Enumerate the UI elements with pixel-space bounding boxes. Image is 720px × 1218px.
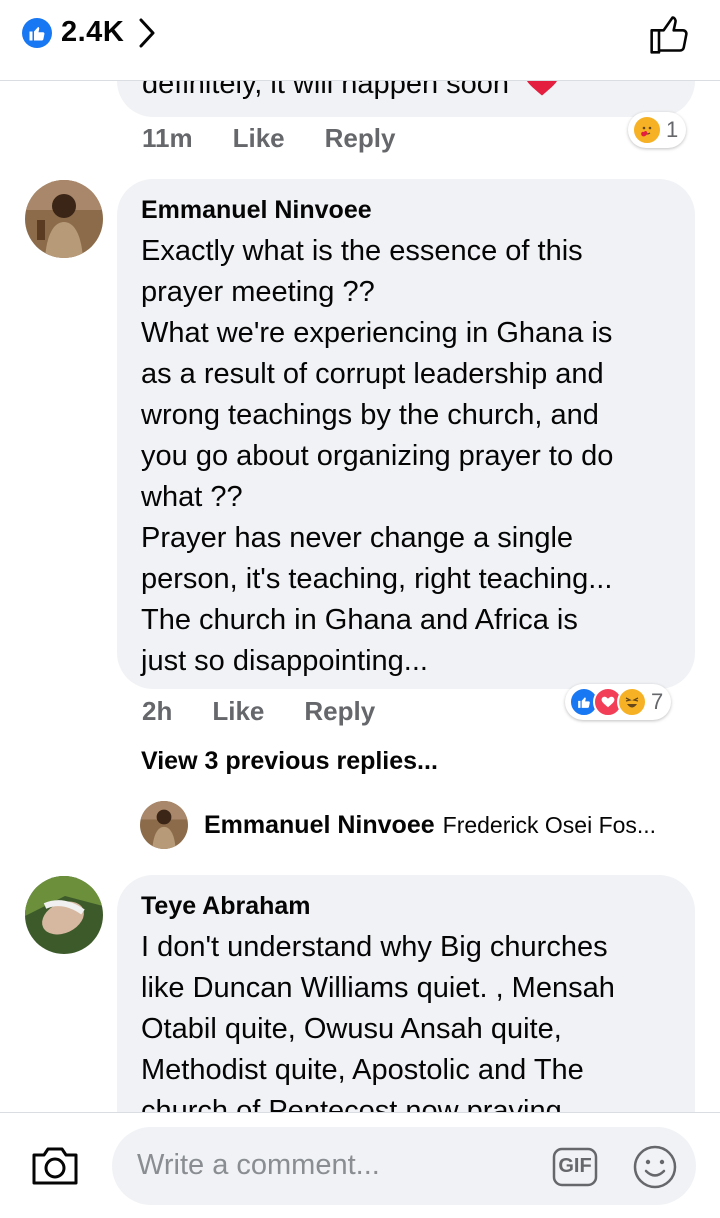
comment-line: you go about organizing prayer to do — [141, 440, 614, 472]
comment-bubble: Teye Abraham I don't understand why Big … — [117, 875, 695, 1112]
reply-author: Emmanuel Ninvoee — [204, 810, 435, 839]
comment-line: church of Pentecost now praving — [141, 1095, 562, 1112]
comment-line: The church in Ghana and Africa is — [141, 604, 578, 636]
comment-line: person, it's teaching, right teaching... — [141, 563, 613, 595]
like-button[interactable]: Like — [233, 123, 285, 154]
comment-actions: 2h Like Reply — [142, 696, 415, 727]
comment-time: 11m — [142, 123, 193, 153]
reply-preview[interactable]: Emmanuel Ninvoee Frederick Osei Fos... — [140, 801, 656, 849]
reply-text: Frederick Osei Fos... — [442, 811, 657, 838]
reaction-count: 1 — [666, 117, 679, 142]
haha-reaction-icon — [617, 687, 647, 717]
comment-line: Methodist quite, Apostolic and The — [141, 1054, 584, 1086]
care-reaction-icon — [632, 115, 662, 145]
like-post-button[interactable] — [648, 12, 692, 61]
like-reaction-icon — [22, 17, 52, 48]
comment-list[interactable]: definitely, it will happen soon 11m Like… — [0, 81, 720, 1112]
comment-text: definitely, it will happen soon — [142, 81, 561, 101]
smiley-icon — [633, 1145, 677, 1189]
like-button[interactable]: Like — [212, 696, 264, 727]
comment-line: what ?? — [141, 481, 243, 513]
comment-line: like Duncan Williams quiet. , Mensah — [141, 972, 615, 1004]
avatar[interactable] — [25, 180, 103, 258]
red-heart-icon — [527, 81, 558, 96]
view-previous-replies[interactable]: View 3 previous replies... — [141, 747, 438, 776]
likes-summary[interactable]: 2.4K — [22, 16, 156, 49]
reply-button[interactable]: Reply — [325, 123, 396, 154]
reactions-header: 2.4K — [0, 0, 720, 81]
comment-line: prayer meeting ?? — [141, 276, 375, 308]
camera-icon — [32, 1147, 78, 1185]
gif-label: GIF — [558, 1155, 592, 1177]
comment-line: What we're experiencing in Ghana is — [141, 317, 613, 349]
comment-composer: Write a comment... GIF — [0, 1112, 720, 1218]
reply-button[interactable]: Reply — [304, 696, 375, 727]
comment-line: wrong teachings by the church, and — [141, 399, 599, 431]
chevron-right-icon — [139, 18, 155, 47]
comment-line: I don't understand why Big churches — [141, 931, 608, 963]
reaction-summary[interactable]: 7 — [565, 684, 672, 720]
likes-count: 2.4K — [61, 16, 125, 48]
comment-time: 2h — [142, 696, 173, 726]
comment-line: Otabil quite, Owusu Ansah quite, — [141, 1013, 562, 1045]
thumbs-up-icon — [650, 16, 688, 54]
comment-line: Prayer has never change a single — [141, 522, 574, 554]
gif-button[interactable]: GIF — [552, 1147, 598, 1192]
reaction-summary[interactable]: 1 — [628, 112, 687, 148]
comment-author[interactable]: Teye Abraham — [141, 892, 615, 921]
comment-line: just so disappointing... — [141, 645, 428, 677]
comment-placeholder: Write a comment... — [137, 1149, 380, 1181]
comment-bubble: Emmanuel Ninvoee Exactly what is the ess… — [117, 179, 695, 689]
emoji-button[interactable] — [632, 1144, 678, 1195]
camera-button[interactable] — [30, 1143, 80, 1192]
comment-author[interactable]: Emmanuel Ninvoee — [141, 196, 613, 225]
avatar[interactable] — [25, 876, 103, 954]
comment-line: as a result of corrupt leadership and — [141, 358, 604, 390]
comment-line: Exactly what is the essence of this — [141, 235, 583, 267]
avatar — [140, 801, 188, 849]
reaction-count: 7 — [651, 689, 664, 714]
comment-actions: 11m Like Reply — [142, 123, 435, 154]
comment-input[interactable]: Write a comment... GIF — [112, 1127, 696, 1205]
